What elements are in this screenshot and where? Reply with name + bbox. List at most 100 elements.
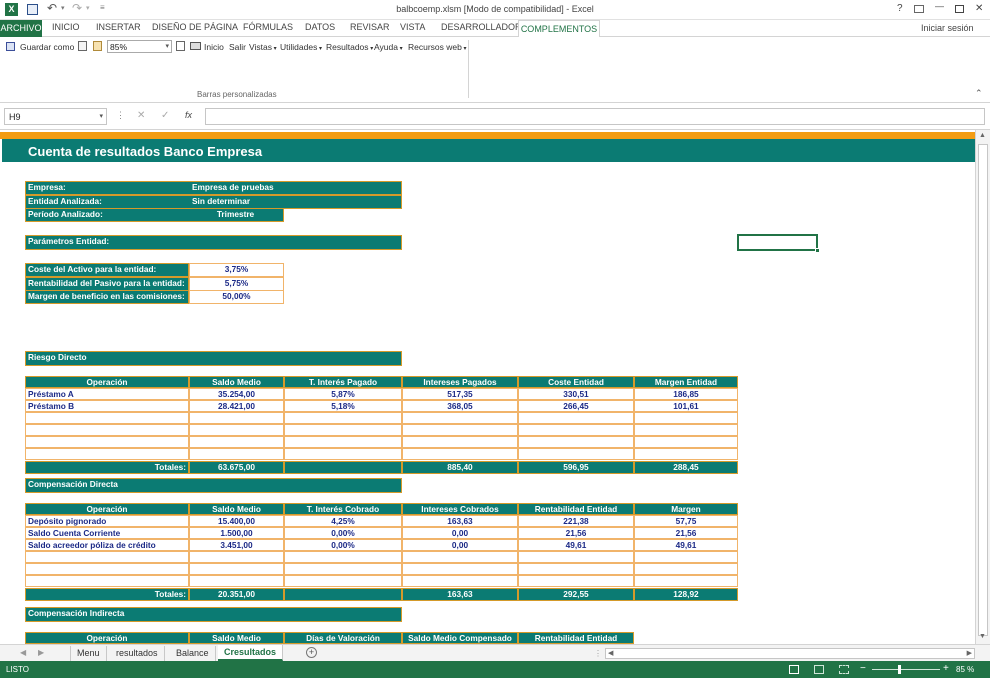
horizontal-scrollbar[interactable]: ◀ ▶ <box>605 648 975 659</box>
table-cell[interactable]: 517,35 <box>402 388 518 400</box>
sheet-tab-menu[interactable]: Menu <box>70 646 107 661</box>
param-value[interactable]: 5,75% <box>189 277 284 291</box>
table-cell-empty[interactable] <box>518 575 634 587</box>
table-cell[interactable]: 49,61 <box>518 539 634 551</box>
table-cell[interactable]: 266,45 <box>518 400 634 412</box>
table-header-cell[interactable]: Operación <box>25 632 189 644</box>
tab-insertar[interactable]: INSERTAR <box>96 22 141 32</box>
zoom-slider[interactable] <box>872 669 940 670</box>
fill-handle[interactable] <box>815 248 820 253</box>
tab-formulas[interactable]: FÓRMULAS <box>243 22 293 32</box>
table-cell-empty[interactable] <box>189 575 284 587</box>
table-cell-empty[interactable] <box>25 412 189 424</box>
table-cell[interactable]: 0,00 <box>402 539 518 551</box>
param-value[interactable]: 50,00% <box>189 290 284 304</box>
sheet-tab-balance[interactable]: Balance <box>170 646 216 661</box>
add-sheet-icon[interactable]: + <box>306 647 317 658</box>
table-header-cell[interactable]: Operación <box>25 503 189 515</box>
table-cell-empty[interactable] <box>189 563 284 575</box>
formula-input[interactable] <box>205 108 985 125</box>
table-header-cell[interactable]: Saldo Medio Compensado <box>402 632 518 644</box>
inicio-button[interactable]: Inicio <box>204 42 224 52</box>
info-label-entidad[interactable]: Entidad Analizada: <box>25 195 190 209</box>
table-header-cell[interactable]: Margen Entidad <box>634 376 738 388</box>
tab-inicio[interactable]: INICIO <box>52 22 80 32</box>
table-cell[interactable]: Préstamo A <box>25 388 189 400</box>
table-cell[interactable]: 15.400,00 <box>189 515 284 527</box>
table-cell-empty[interactable] <box>284 436 402 448</box>
help-button[interactable]: ? <box>897 3 903 14</box>
table-cell[interactable]: Préstamo B <box>25 400 189 412</box>
resultados-menu[interactable]: Resultados ▾ <box>326 42 373 52</box>
table-cell-empty[interactable] <box>25 436 189 448</box>
table-cell-empty[interactable] <box>284 563 402 575</box>
table-header-cell[interactable]: Saldo Medio <box>189 632 284 644</box>
table-cell-empty[interactable] <box>402 436 518 448</box>
param-label[interactable]: Coste del Activo para la entidad: <box>25 263 189 277</box>
tab-vista[interactable]: VISTA <box>400 22 425 32</box>
save-as-button[interactable]: Guardar como <box>20 42 74 52</box>
restore-icon[interactable] <box>955 5 964 13</box>
section-title-compdir[interactable]: Compensación Directa <box>25 478 402 493</box>
table-cell-empty[interactable] <box>189 412 284 424</box>
table-cell-empty[interactable] <box>634 448 738 460</box>
table-cell[interactable]: 186,85 <box>634 388 738 400</box>
table-cell-empty[interactable] <box>518 563 634 575</box>
table-header-cell[interactable]: T. Interés Pagado <box>284 376 402 388</box>
zoom-slider-thumb[interactable] <box>898 665 901 674</box>
tab-datos[interactable]: DATOS <box>305 22 335 32</box>
table-cell[interactable]: 163,63 <box>402 515 518 527</box>
zoom-level[interactable]: 85 % <box>956 665 974 674</box>
info-value-empresa[interactable]: Empresa de pruebas <box>188 181 402 195</box>
tab-complementos[interactable]: COMPLEMENTOS <box>518 20 600 38</box>
worksheet[interactable]: Cuenta de resultados Banco Empresa Empre… <box>0 130 975 644</box>
zoom-in-icon[interactable]: + <box>943 663 949 674</box>
vertical-scrollbar[interactable]: ▲ ▼ <box>975 130 990 644</box>
save-as-icon[interactable] <box>6 42 15 51</box>
table-cell-empty[interactable] <box>634 436 738 448</box>
table-total-cell[interactable]: 292,55 <box>518 588 634 601</box>
table-cell-empty[interactable] <box>518 412 634 424</box>
minimize-button[interactable]: — <box>935 1 944 11</box>
table-cell[interactable]: Depósito pignorado <box>25 515 189 527</box>
section-title-compind[interactable]: Compensación Indirecta <box>25 607 402 622</box>
table-cell-empty[interactable] <box>402 448 518 460</box>
table-cell[interactable]: 49,61 <box>634 539 738 551</box>
table-header-cell[interactable]: Intereses Pagados <box>402 376 518 388</box>
param-value[interactable]: 3,75% <box>189 263 284 277</box>
recursos-web-menu[interactable]: Recursos web ▾ <box>408 42 467 52</box>
table-cell-empty[interactable] <box>284 424 402 436</box>
selected-cell[interactable] <box>737 234 818 251</box>
tab-revisar[interactable]: REVISAR <box>350 22 390 32</box>
scroll-thumb[interactable] <box>978 144 988 636</box>
table-cell[interactable]: 1.500,00 <box>189 527 284 539</box>
params-title[interactable]: Parámetros Entidad: <box>25 235 402 250</box>
table-cell-empty[interactable] <box>25 424 189 436</box>
table-cell-empty[interactable] <box>25 575 189 587</box>
param-label[interactable]: Margen de beneficio en las comisiones: <box>25 290 189 304</box>
info-value-entidad[interactable]: Sin determinar <box>188 195 402 209</box>
table-cell[interactable]: 0,00 <box>402 527 518 539</box>
zoom-select[interactable]: 85% ▾ <box>107 40 172 53</box>
table-cell[interactable]: 0,00% <box>284 527 402 539</box>
table-header-cell[interactable]: Intereses Cobrados <box>402 503 518 515</box>
prev-sheet-icon[interactable]: ◀ <box>20 648 26 657</box>
table-header-cell[interactable]: T. Interés Cobrado <box>284 503 402 515</box>
table-cell[interactable]: 221,38 <box>518 515 634 527</box>
table-total-cell[interactable]: 128,92 <box>634 588 738 601</box>
table-header-cell[interactable]: Saldo Medio <box>189 503 284 515</box>
table-total-cell[interactable]: 288,45 <box>634 461 738 474</box>
print-preview-icon[interactable] <box>176 41 185 51</box>
sheet-tab-cresultados[interactable]: Cresultados <box>218 645 284 661</box>
table-cell-empty[interactable] <box>25 563 189 575</box>
table-cell-empty[interactable] <box>284 551 402 563</box>
vistas-menu[interactable]: Vistas ▾ <box>249 42 277 52</box>
table-cell[interactable]: 35.254,00 <box>189 388 284 400</box>
table-header-cell[interactable]: Coste Entidad <box>518 376 634 388</box>
table-cell[interactable]: 5,87% <box>284 388 402 400</box>
more-options-icon[interactable]: ⋮ <box>116 110 125 121</box>
salir-button[interactable]: Salir <box>229 42 246 52</box>
scroll-left-icon[interactable]: ◀ <box>608 649 613 657</box>
table-cell[interactable]: 330,51 <box>518 388 634 400</box>
table-cell-empty[interactable] <box>189 436 284 448</box>
